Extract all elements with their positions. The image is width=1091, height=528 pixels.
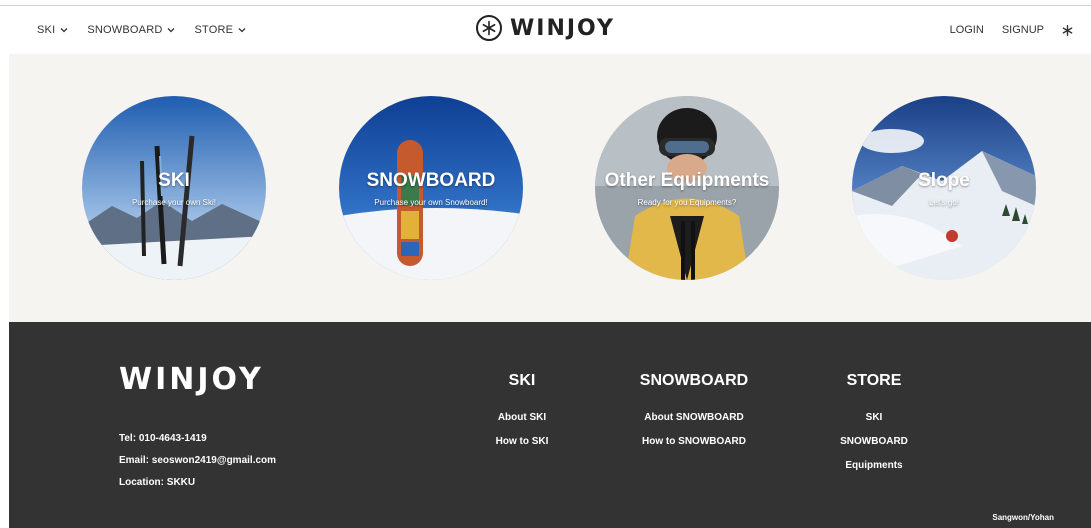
footer-link[interactable]: SKI	[824, 412, 924, 423]
nav-ski[interactable]: SKI	[37, 24, 69, 36]
chevron-down-icon	[60, 28, 68, 33]
navbar: SKI SNOWBOARD STORE WINJOY LOGIN SIGNUP	[9, 6, 1091, 54]
footer-tel: Tel: 010-4643-1419	[119, 433, 207, 444]
nav-snowboard[interactable]: SNOWBOARD	[87, 24, 176, 36]
nav-store[interactable]: STORE	[194, 24, 247, 36]
category-slope[interactable]: Slope Let's go!	[852, 96, 1036, 280]
footer-link[interactable]: Equipments	[824, 460, 924, 471]
footer: WINJOY Tel: 010-4643-1419 Email: seoswon…	[9, 322, 1091, 528]
nav-ski-label: SKI	[37, 24, 56, 36]
category-subtitle: Purchase your own Snowboard!	[374, 198, 488, 207]
footer-email: Email: seoswon2419@gmail.com	[119, 455, 277, 466]
chevron-down-icon	[238, 28, 246, 33]
footer-location: Location: SKKU	[119, 477, 196, 488]
brand-name: WINJOY	[510, 15, 615, 41]
brand-logo[interactable]: WINJOY	[476, 15, 615, 41]
footer-col-store: STORE SKI SNOWBOARD Equipments	[824, 372, 924, 484]
footer-link[interactable]: About SNOWBOARD	[624, 412, 764, 423]
footer-heading: SNOWBOARD	[639, 372, 749, 389]
signup-link[interactable]: SIGNUP	[1002, 24, 1044, 36]
footer-brand: WINJOY	[119, 362, 264, 397]
category-section: SKI Purchase your own Ski! SNOWBOARD Pur…	[9, 54, 1091, 322]
chevron-down-icon	[168, 28, 175, 33]
auth-links: LOGIN SIGNUP	[950, 6, 1073, 54]
snowflake-icon	[476, 15, 502, 41]
category-subtitle: Purchase your own Ski!	[131, 198, 217, 207]
nav-store-label: STORE	[194, 24, 234, 36]
footer-credit: Sangwon/Yohan	[992, 513, 1054, 522]
snowflake-icon[interactable]	[1062, 24, 1073, 36]
category-title: Other Equipments	[604, 170, 770, 191]
nav-snowboard-label: SNOWBOARD	[87, 24, 163, 36]
footer-link[interactable]: SNOWBOARD	[824, 436, 924, 447]
category-ski[interactable]: SKI Purchase your own Ski!	[82, 96, 266, 280]
footer-heading: STORE	[846, 372, 902, 389]
footer-col-snowboard: SNOWBOARD About SNOWBOARD How to SNOWBOA…	[624, 372, 764, 460]
login-link[interactable]: LOGIN	[950, 24, 984, 36]
category-subtitle: Let's go!	[929, 198, 959, 207]
nav-menu: SKI SNOWBOARD STORE	[37, 6, 247, 54]
category-subtitle: Ready for you Equipments?	[637, 198, 737, 207]
footer-link[interactable]: How to SNOWBOARD	[624, 436, 764, 447]
footer-link[interactable]: About SKI	[472, 412, 572, 423]
category-snowboard[interactable]: SNOWBOARD Purchase your own Snowboard!	[339, 96, 523, 280]
category-title: Slope	[918, 170, 970, 191]
category-equipments[interactable]: Other Equipments Ready for you Equipment…	[595, 96, 779, 280]
category-title: SNOWBOARD	[366, 170, 496, 191]
footer-col-ski: SKI About SKI How to SKI	[472, 372, 572, 460]
footer-link[interactable]: How to SKI	[472, 436, 572, 447]
category-title: SKI	[158, 170, 190, 191]
footer-heading: SKI	[508, 372, 536, 389]
